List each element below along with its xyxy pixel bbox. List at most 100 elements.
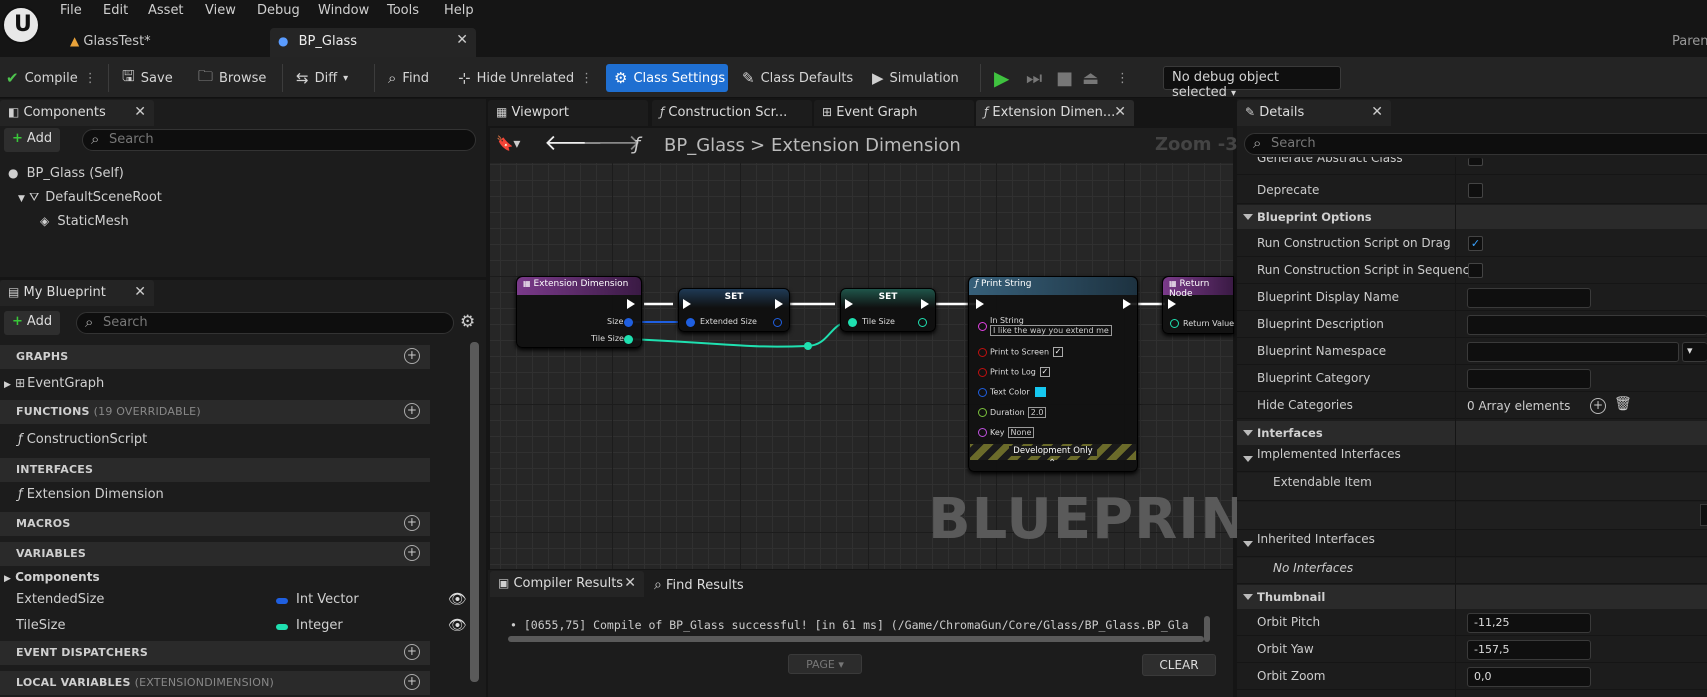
variable-item-extendedsize[interactable]: ExtendedSize (16, 592, 104, 607)
tree-item-defaultsceneroot[interactable]: ▼ ⛛ DefaultSceneRoot (18, 190, 162, 205)
variable-type[interactable]: Int Vector (296, 592, 359, 607)
color-swatch[interactable] (1034, 387, 1046, 397)
chevron-up-icon[interactable]: ⌃ (1048, 458, 1056, 469)
close-icon[interactable]: ✕ (134, 284, 146, 300)
orbit-pitch-input[interactable]: -11,25 (1467, 613, 1591, 633)
my-blueprint-search-input[interactable]: Search (76, 312, 454, 334)
simulation-button[interactable]: ▶ Simulation (872, 66, 959, 90)
menu-help[interactable]: Help (444, 3, 474, 18)
tab-event-graph[interactable]: ⊞ Event Graph (814, 100, 974, 126)
tree-item-staticmesh[interactable]: ◈ StaticMesh (40, 214, 129, 229)
menu-edit[interactable]: Edit (103, 3, 128, 18)
add-blueprint-item-button[interactable]: + Add (4, 311, 61, 335)
plus-circle-icon[interactable]: + (404, 515, 420, 531)
page-dropdown[interactable]: PAGE ▾ (788, 654, 862, 674)
close-icon[interactable]: ✕ (134, 104, 146, 120)
clear-button[interactable]: CLEAR (1142, 654, 1216, 676)
hide-unrelated-button[interactable]: ⊹ Hide Unrelated ⋮ (458, 66, 593, 90)
menu-file[interactable]: File (60, 3, 82, 18)
plus-circle-icon[interactable]: + (404, 403, 420, 419)
checkbox-print-to-log[interactable]: ✓ (1039, 367, 1050, 377)
text-color-pin[interactable] (978, 388, 987, 397)
exec-in-pin[interactable] (845, 299, 853, 309)
checkbox-run-on-drag[interactable]: ✓ (1468, 236, 1483, 251)
details-search-input[interactable]: Search (1244, 133, 1707, 155)
in-string-field[interactable]: I like the way you extend me (990, 325, 1112, 336)
tab-viewport[interactable]: ▦ Viewport (488, 100, 648, 126)
orbit-yaw-input[interactable]: -157,5 (1467, 640, 1591, 660)
function-item-constructionscript[interactable]: ƒ ConstructionScript (18, 432, 147, 447)
play-button[interactable]: ▶ (994, 66, 1009, 90)
category-input[interactable] (1467, 369, 1591, 389)
column-divider[interactable] (1455, 157, 1456, 697)
class-settings-button[interactable]: ⚙ Class Settings (606, 64, 728, 92)
chevron-down-icon[interactable] (1243, 541, 1253, 547)
trash-icon[interactable]: 🗑 (1614, 396, 1632, 412)
tile-size-in-pin[interactable] (848, 318, 857, 327)
menu-tools[interactable]: Tools (387, 3, 419, 18)
key-pin[interactable] (978, 428, 987, 437)
variable-type[interactable]: Integer (296, 618, 343, 633)
section-interfaces[interactable]: INTERFACES (0, 458, 430, 482)
in-string-pin[interactable] (978, 322, 987, 331)
exec-in-pin[interactable] (976, 299, 984, 309)
diff-button[interactable]: ⇆ Diff ▾ (296, 66, 348, 90)
section-functions[interactable]: FUNCTIONS (19 OVERRIDABLE) + (0, 400, 430, 424)
my-blueprint-tab[interactable]: ▤ My Blueprint ✕ (0, 280, 154, 306)
section-blueprint-options[interactable]: Blueprint Options (1237, 205, 1707, 229)
tilesize-out-pin[interactable] (624, 335, 633, 344)
namespace-input[interactable] (1467, 342, 1679, 362)
compile-button[interactable]: ✔ Compile ⋮ (6, 66, 97, 90)
more-icon[interactable]: ⋮ (580, 71, 593, 86)
step-button[interactable]: ⏭ (1026, 66, 1042, 90)
exec-out-pin[interactable] (921, 299, 929, 309)
chevron-right-icon[interactable]: ▶ (4, 574, 11, 584)
exec-in-pin[interactable] (683, 299, 691, 309)
graph-item-eventgraph[interactable]: ▶ ⊞ EventGraph (4, 376, 104, 391)
key-field[interactable]: None (1007, 427, 1035, 438)
section-graphs[interactable]: GRAPHS + (0, 345, 430, 369)
plus-circle-icon[interactable]: + (1590, 398, 1606, 414)
close-icon[interactable]: ✕ (1114, 104, 1126, 120)
details-tab[interactable]: ✎ Details ✕ (1237, 100, 1391, 126)
tree-item-self[interactable]: ● BP_Glass (Self) (8, 166, 124, 181)
tab-find-results[interactable]: ⌕ Find Results (654, 577, 744, 593)
components-tab[interactable]: ◧ Components ✕ (0, 100, 154, 126)
extended-size-in-pin[interactable] (686, 318, 695, 327)
components-search-input[interactable]: Search (82, 129, 476, 151)
menu-debug[interactable]: Debug (257, 3, 300, 18)
tab-extension-dimension[interactable]: ƒ Extension Dimen... ✕ (976, 100, 1134, 126)
exec-out-pin[interactable] (775, 299, 783, 309)
section-event-dispatchers[interactable]: EVENT DISPATCHERS + (0, 641, 430, 665)
checkbox-deprecate[interactable] (1468, 183, 1483, 198)
print-to-log-pin[interactable] (978, 368, 987, 377)
close-icon[interactable]: ✕ (456, 32, 468, 48)
size-out-pin[interactable] (624, 318, 633, 327)
menu-view[interactable]: View (205, 3, 236, 18)
more-icon[interactable]: ⋮ (84, 71, 97, 86)
play-options-button[interactable]: ⋮ (1116, 66, 1129, 90)
description-input[interactable] (1467, 315, 1707, 335)
print-to-screen-pin[interactable] (978, 348, 987, 357)
menu-window[interactable]: Window (318, 3, 369, 18)
interface-item-extension-dimension[interactable]: ƒ Extension Dimension (18, 487, 164, 502)
exec-out-pin[interactable] (627, 299, 635, 309)
eject-button[interactable]: ⏏ (1082, 66, 1099, 90)
section-macros[interactable]: MACROS + (0, 512, 430, 536)
section-variables[interactable]: VARIABLES + (0, 542, 430, 566)
variable-item-tilesize[interactable]: TileSize (16, 618, 65, 633)
namespace-dropdown[interactable]: ▾ (1682, 342, 1707, 362)
plus-circle-icon[interactable]: + (404, 348, 420, 364)
return-value-pin[interactable] (1170, 319, 1179, 328)
save-button[interactable]: 🖫 Save (122, 66, 173, 90)
section-thumbnail[interactable]: Thumbnail (1237, 585, 1707, 609)
checkbox-generate-abstract-class[interactable] (1468, 158, 1483, 166)
reroute-node[interactable] (804, 342, 812, 350)
chevron-down-icon[interactable]: ▼ (18, 194, 25, 204)
duration-pin[interactable] (978, 408, 987, 417)
vertical-scrollbar[interactable] (1204, 616, 1210, 642)
extended-size-out-pin[interactable] (773, 318, 782, 327)
plus-circle-icon[interactable]: + (404, 644, 420, 660)
gear-icon[interactable]: ⚙ (460, 312, 475, 332)
checkbox-print-to-screen[interactable]: ✓ (1053, 347, 1064, 357)
